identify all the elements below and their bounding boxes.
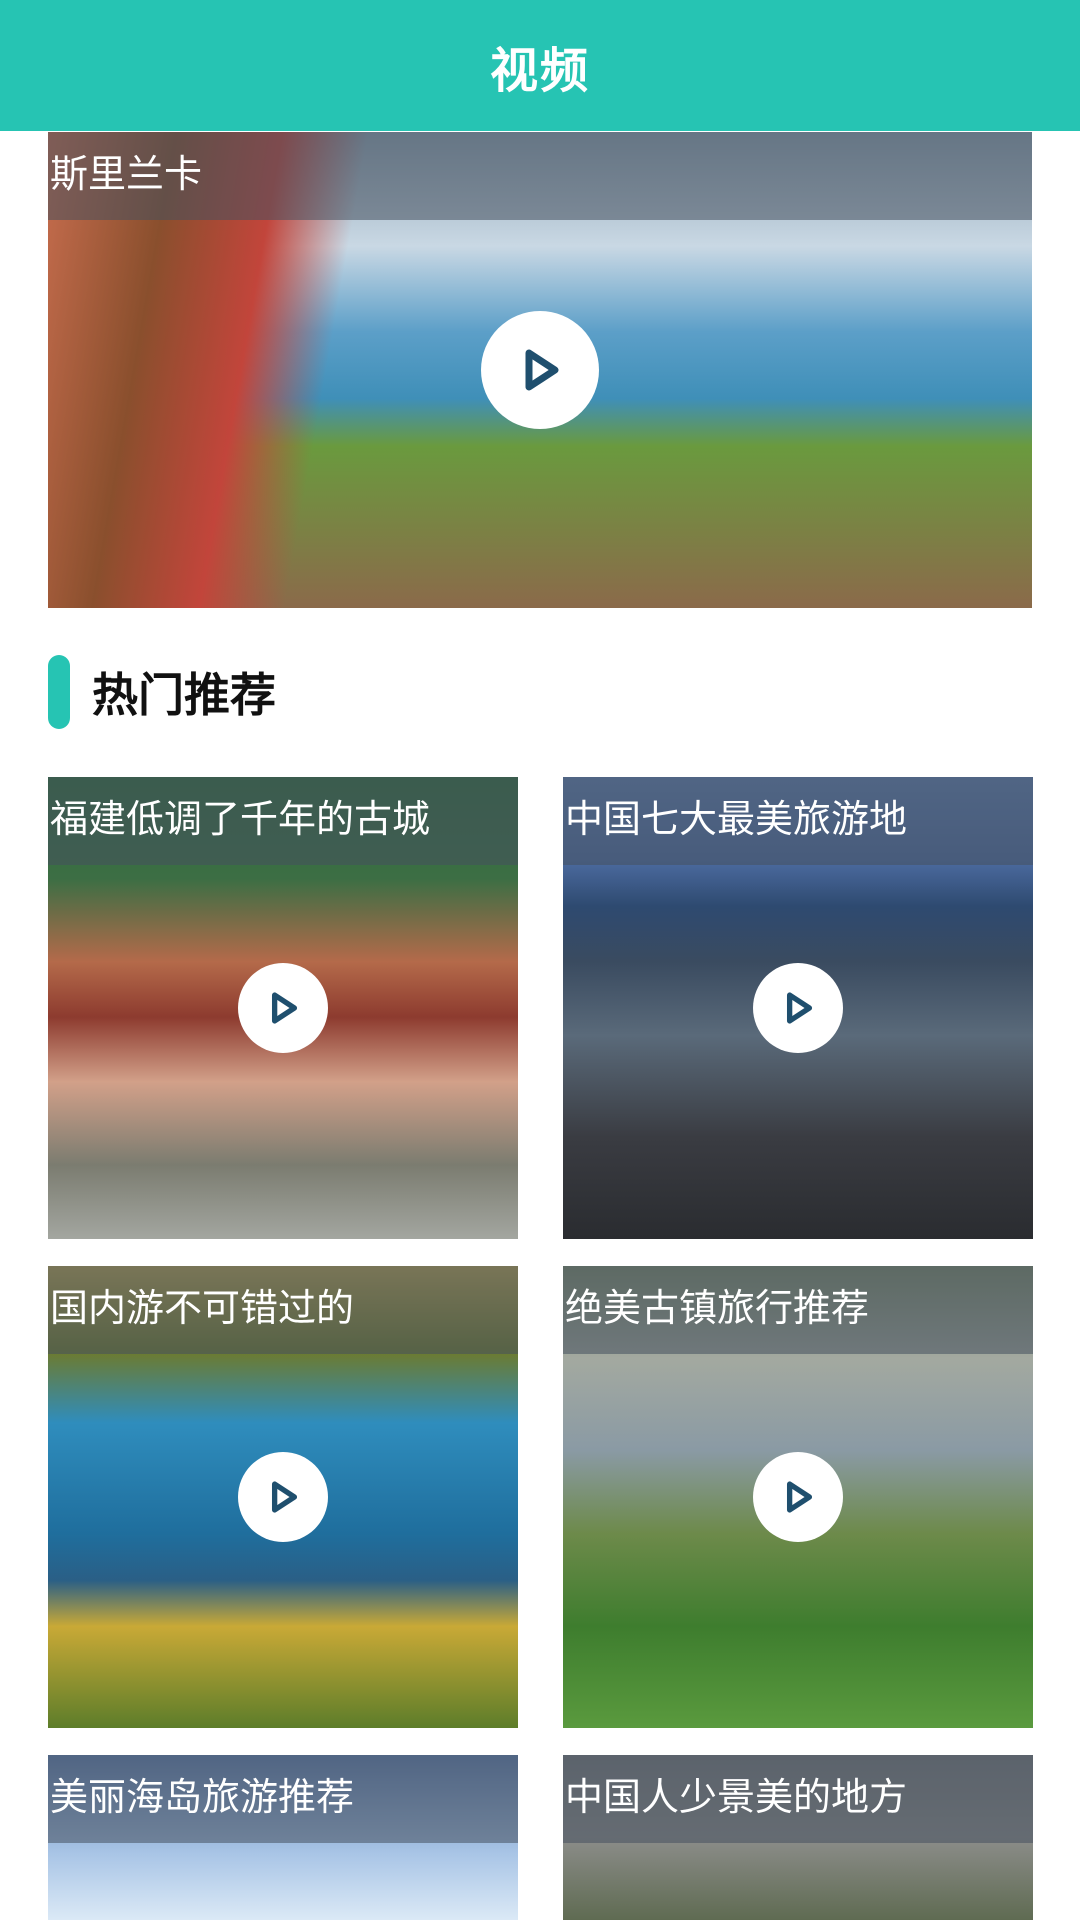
video-card[interactable]: 福建低调了千年的古城	[48, 777, 518, 1239]
app-header: 视频	[0, 0, 1080, 131]
play-icon	[525, 349, 559, 391]
play-icon	[786, 992, 813, 1024]
video-caption: 绝美古镇旅行推荐	[565, 1286, 870, 1330]
video-caption: 福建低调了千年的古城	[50, 797, 431, 841]
video-card[interactable]: 美丽海岛旅游推荐	[48, 1755, 518, 1920]
play-button[interactable]	[238, 963, 328, 1053]
play-button[interactable]	[753, 963, 843, 1053]
page-title: 视频	[489, 42, 590, 99]
video-card[interactable]: 中国七大最美旅游地	[563, 777, 1033, 1239]
section-title: 热门推荐	[92, 668, 276, 722]
featured-video-card[interactable]: 斯里兰卡	[48, 132, 1032, 608]
video-card[interactable]: 中国人少景美的地方	[563, 1755, 1033, 1920]
video-card[interactable]: 绝美古镇旅行推荐	[563, 1266, 1033, 1728]
play-button[interactable]	[753, 1452, 843, 1542]
play-icon	[271, 992, 298, 1024]
section-header: 热门推荐	[48, 655, 276, 729]
video-caption: 美丽海岛旅游推荐	[50, 1775, 355, 1819]
section-accent-bar	[48, 655, 70, 729]
play-icon	[271, 1481, 298, 1513]
video-caption: 中国七大最美旅游地	[565, 797, 908, 841]
play-icon	[786, 1481, 813, 1513]
video-caption: 中国人少景美的地方	[565, 1775, 908, 1819]
play-button[interactable]	[238, 1452, 328, 1542]
video-caption: 国内游不可错过的	[50, 1286, 355, 1330]
video-card[interactable]: 国内游不可错过的	[48, 1266, 518, 1728]
video-caption: 斯里兰卡	[50, 152, 203, 196]
play-button[interactable]	[481, 311, 599, 429]
